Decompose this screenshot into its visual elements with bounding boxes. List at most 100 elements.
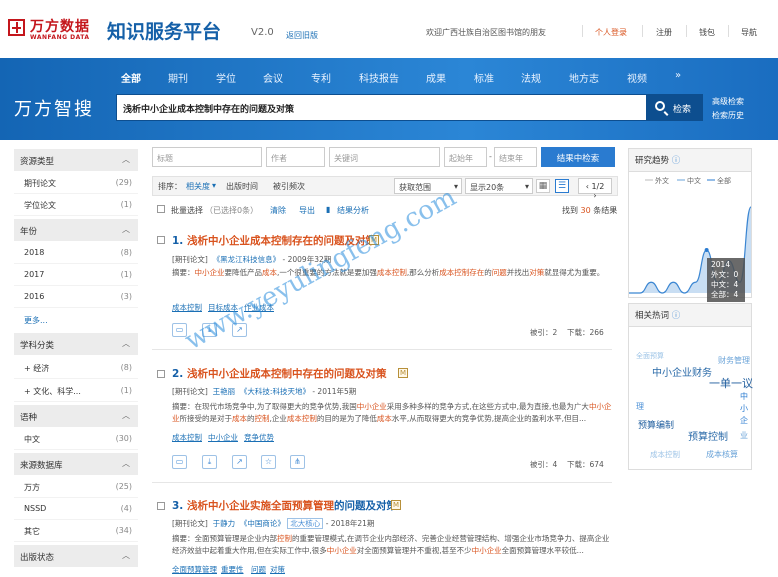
register-link[interactable]: 注册 bbox=[656, 27, 672, 38]
read-online-icon[interactable]: ▭ bbox=[172, 455, 187, 469]
sort-cited[interactable]: 被引频次 bbox=[273, 181, 305, 192]
legend-label[interactable]: 中文 bbox=[687, 176, 701, 185]
search-button[interactable]: 检索 bbox=[647, 94, 703, 121]
hot-word[interactable]: 预算编制 bbox=[638, 418, 674, 431]
result-checkbox[interactable] bbox=[157, 370, 165, 378]
advanced-search-link[interactable]: 高级检索 bbox=[712, 96, 744, 107]
nav-tab-journal[interactable]: 期刊 bbox=[168, 70, 188, 85]
brand-cn[interactable]: 万方数据 bbox=[30, 16, 90, 36]
star-icon[interactable]: ☆ bbox=[261, 455, 276, 469]
keyword-link[interactable]: 成本控制 bbox=[172, 302, 202, 313]
facet-item[interactable]: + 文化、科学... (1) bbox=[14, 380, 138, 402]
title-filter-input[interactable]: 标题 bbox=[152, 147, 262, 167]
result-author-link[interactable]: 王艳丽 bbox=[213, 387, 236, 396]
keyword-filter-input[interactable]: 关键词 bbox=[329, 147, 440, 167]
hot-word[interactable]: 一单一议 bbox=[709, 375, 753, 391]
result-source-link[interactable]: 《黑龙江科技信息》 bbox=[213, 255, 281, 264]
hot-word[interactable]: 成本控制 bbox=[650, 449, 680, 460]
keyword-link[interactable]: 成本控制 bbox=[172, 432, 202, 443]
wallet-link[interactable]: 钱包 bbox=[699, 27, 715, 38]
facet-item[interactable]: 2018 (8) bbox=[14, 242, 138, 264]
result-analysis-link[interactable]: 结果分析 bbox=[337, 205, 369, 216]
keyword-link[interactable]: 对策 bbox=[270, 564, 285, 575]
facet-item[interactable]: 中文 (30) bbox=[14, 428, 138, 450]
start-year-input[interactable]: 起始年 bbox=[444, 147, 487, 167]
help-icon[interactable]: ⓘ bbox=[672, 311, 681, 321]
help-icon[interactable]: ⓘ bbox=[672, 156, 681, 166]
legend-label[interactable]: 全部 bbox=[717, 176, 731, 185]
search-within-results-button[interactable]: 结果中检索 bbox=[541, 147, 615, 167]
export-link[interactable]: 导出 bbox=[299, 205, 315, 216]
nav-tab-conference[interactable]: 会议 bbox=[263, 70, 283, 85]
pager[interactable]: ‹ 1/2 › bbox=[578, 178, 612, 200]
media-badge[interactable]: M bbox=[398, 368, 408, 378]
next-page-icon[interactable]: › bbox=[593, 191, 596, 200]
sort-pub-time[interactable]: 出版时间 bbox=[226, 181, 258, 192]
hot-word[interactable]: 中小企业财务 bbox=[652, 364, 712, 379]
keyword-link[interactable]: 重要性 bbox=[221, 564, 244, 575]
navigation-link[interactable]: 导航 bbox=[741, 27, 757, 38]
keyword-link[interactable]: 问题 bbox=[251, 564, 266, 575]
old-version-link[interactable]: 返回旧版 bbox=[286, 30, 318, 41]
facet-item[interactable]: 学位论文 (1) bbox=[14, 194, 138, 216]
facet-item[interactable]: 期刊论文 (29) bbox=[14, 172, 138, 194]
hot-word[interactable]: 理 bbox=[636, 401, 644, 412]
result-source-link[interactable]: 《中国商论》 bbox=[240, 519, 285, 528]
result-title-3[interactable]: 3. 浅析中小企业实施全面预算管理的问题及对策 bbox=[172, 498, 397, 513]
nav-tab-video[interactable]: 视频 bbox=[627, 70, 647, 85]
wanfang-logo-icon[interactable] bbox=[8, 19, 25, 36]
end-year-input[interactable]: 结束年 bbox=[494, 147, 537, 167]
hot-word[interactable]: 预算控制 bbox=[688, 428, 728, 443]
facet-resource-type[interactable]: 资源类型 ︿ bbox=[14, 149, 138, 171]
facet-item[interactable]: 2016 (3) bbox=[14, 286, 138, 308]
result-author-link[interactable]: 于静力 bbox=[213, 519, 236, 528]
nav-tab-all[interactable]: 全部 bbox=[121, 70, 141, 85]
hot-word[interactable]: 业 bbox=[740, 430, 748, 441]
facet-item[interactable]: NSSD (4) bbox=[14, 498, 138, 520]
prev-page-icon[interactable]: ‹ bbox=[586, 182, 589, 191]
nav-tab-standard[interactable]: 标准 bbox=[474, 70, 494, 85]
facet-item[interactable]: 其它 (34) bbox=[14, 520, 138, 542]
nav-tab-regulation[interactable]: 法规 bbox=[521, 70, 541, 85]
facet-more-link[interactable]: 更多... bbox=[24, 315, 48, 326]
facet-subject[interactable]: 学科分类 ︿ bbox=[14, 333, 138, 355]
page-size-select[interactable]: 显示20条 ▾ bbox=[465, 178, 533, 194]
result-checkbox[interactable] bbox=[157, 236, 165, 244]
facet-item[interactable]: + 经济 (8) bbox=[14, 357, 138, 379]
facet-item[interactable]: 2017 (1) bbox=[14, 264, 138, 286]
share-icon[interactable]: ⋔ bbox=[290, 455, 305, 469]
result-checkbox[interactable] bbox=[157, 502, 165, 510]
external-link-icon[interactable]: ↗ bbox=[232, 455, 247, 469]
nav-tab-achievement[interactable]: 成果 bbox=[426, 70, 446, 85]
facet-item[interactable]: 万方 (25) bbox=[14, 476, 138, 498]
keyword-link[interactable]: 中小企业 bbox=[208, 432, 238, 443]
facet-source-db[interactable]: 来源数据库 ︿ bbox=[14, 453, 138, 475]
hot-word[interactable]: 全面预算 bbox=[636, 351, 664, 361]
keyword-link[interactable]: 竞争优势 bbox=[244, 432, 274, 443]
facet-year[interactable]: 年份 ︿ bbox=[14, 219, 138, 241]
download-icon[interactable]: ⤓ bbox=[202, 455, 217, 469]
nav-more-icon[interactable]: » bbox=[675, 70, 681, 81]
nav-tab-degree[interactable]: 学位 bbox=[216, 70, 236, 85]
hot-word[interactable]: 中小企 bbox=[740, 391, 748, 427]
legend-label[interactable]: 外文 bbox=[655, 176, 669, 185]
grid-view-icon[interactable]: ▦ bbox=[536, 179, 550, 193]
result-source-link[interactable]: 《大科技:科技天地》 bbox=[240, 387, 310, 396]
facet-language[interactable]: 语种 ︿ bbox=[14, 405, 138, 427]
media-badge[interactable]: M bbox=[391, 500, 401, 510]
result-title-2[interactable]: 2. 浅析中小企业成本控制中存在的问题及对策 bbox=[172, 366, 386, 381]
nav-tab-patent[interactable]: 专利 bbox=[311, 70, 331, 85]
nav-tab-local-chronicle[interactable]: 地方志 bbox=[569, 70, 599, 85]
clear-link[interactable]: 清除 bbox=[270, 205, 286, 216]
keyword-link[interactable]: 全面预算管理 bbox=[172, 564, 217, 575]
select-all-checkbox[interactable] bbox=[157, 205, 165, 213]
search-history-link[interactable]: 检索历史 bbox=[712, 110, 744, 121]
personal-login-link[interactable]: 个人登录 bbox=[595, 27, 627, 38]
hot-word[interactable]: 财务管理 bbox=[718, 355, 750, 366]
nav-tab-tech-report[interactable]: 科技报告 bbox=[359, 70, 399, 85]
list-view-icon[interactable]: ☰ bbox=[555, 179, 569, 193]
facet-pub-status[interactable]: 出版状态 ︿ bbox=[14, 545, 138, 567]
trend-point-highlight[interactable] bbox=[704, 248, 709, 252]
author-filter-input[interactable]: 作者 bbox=[266, 147, 325, 167]
hot-word[interactable]: 成本核算 bbox=[706, 449, 738, 460]
